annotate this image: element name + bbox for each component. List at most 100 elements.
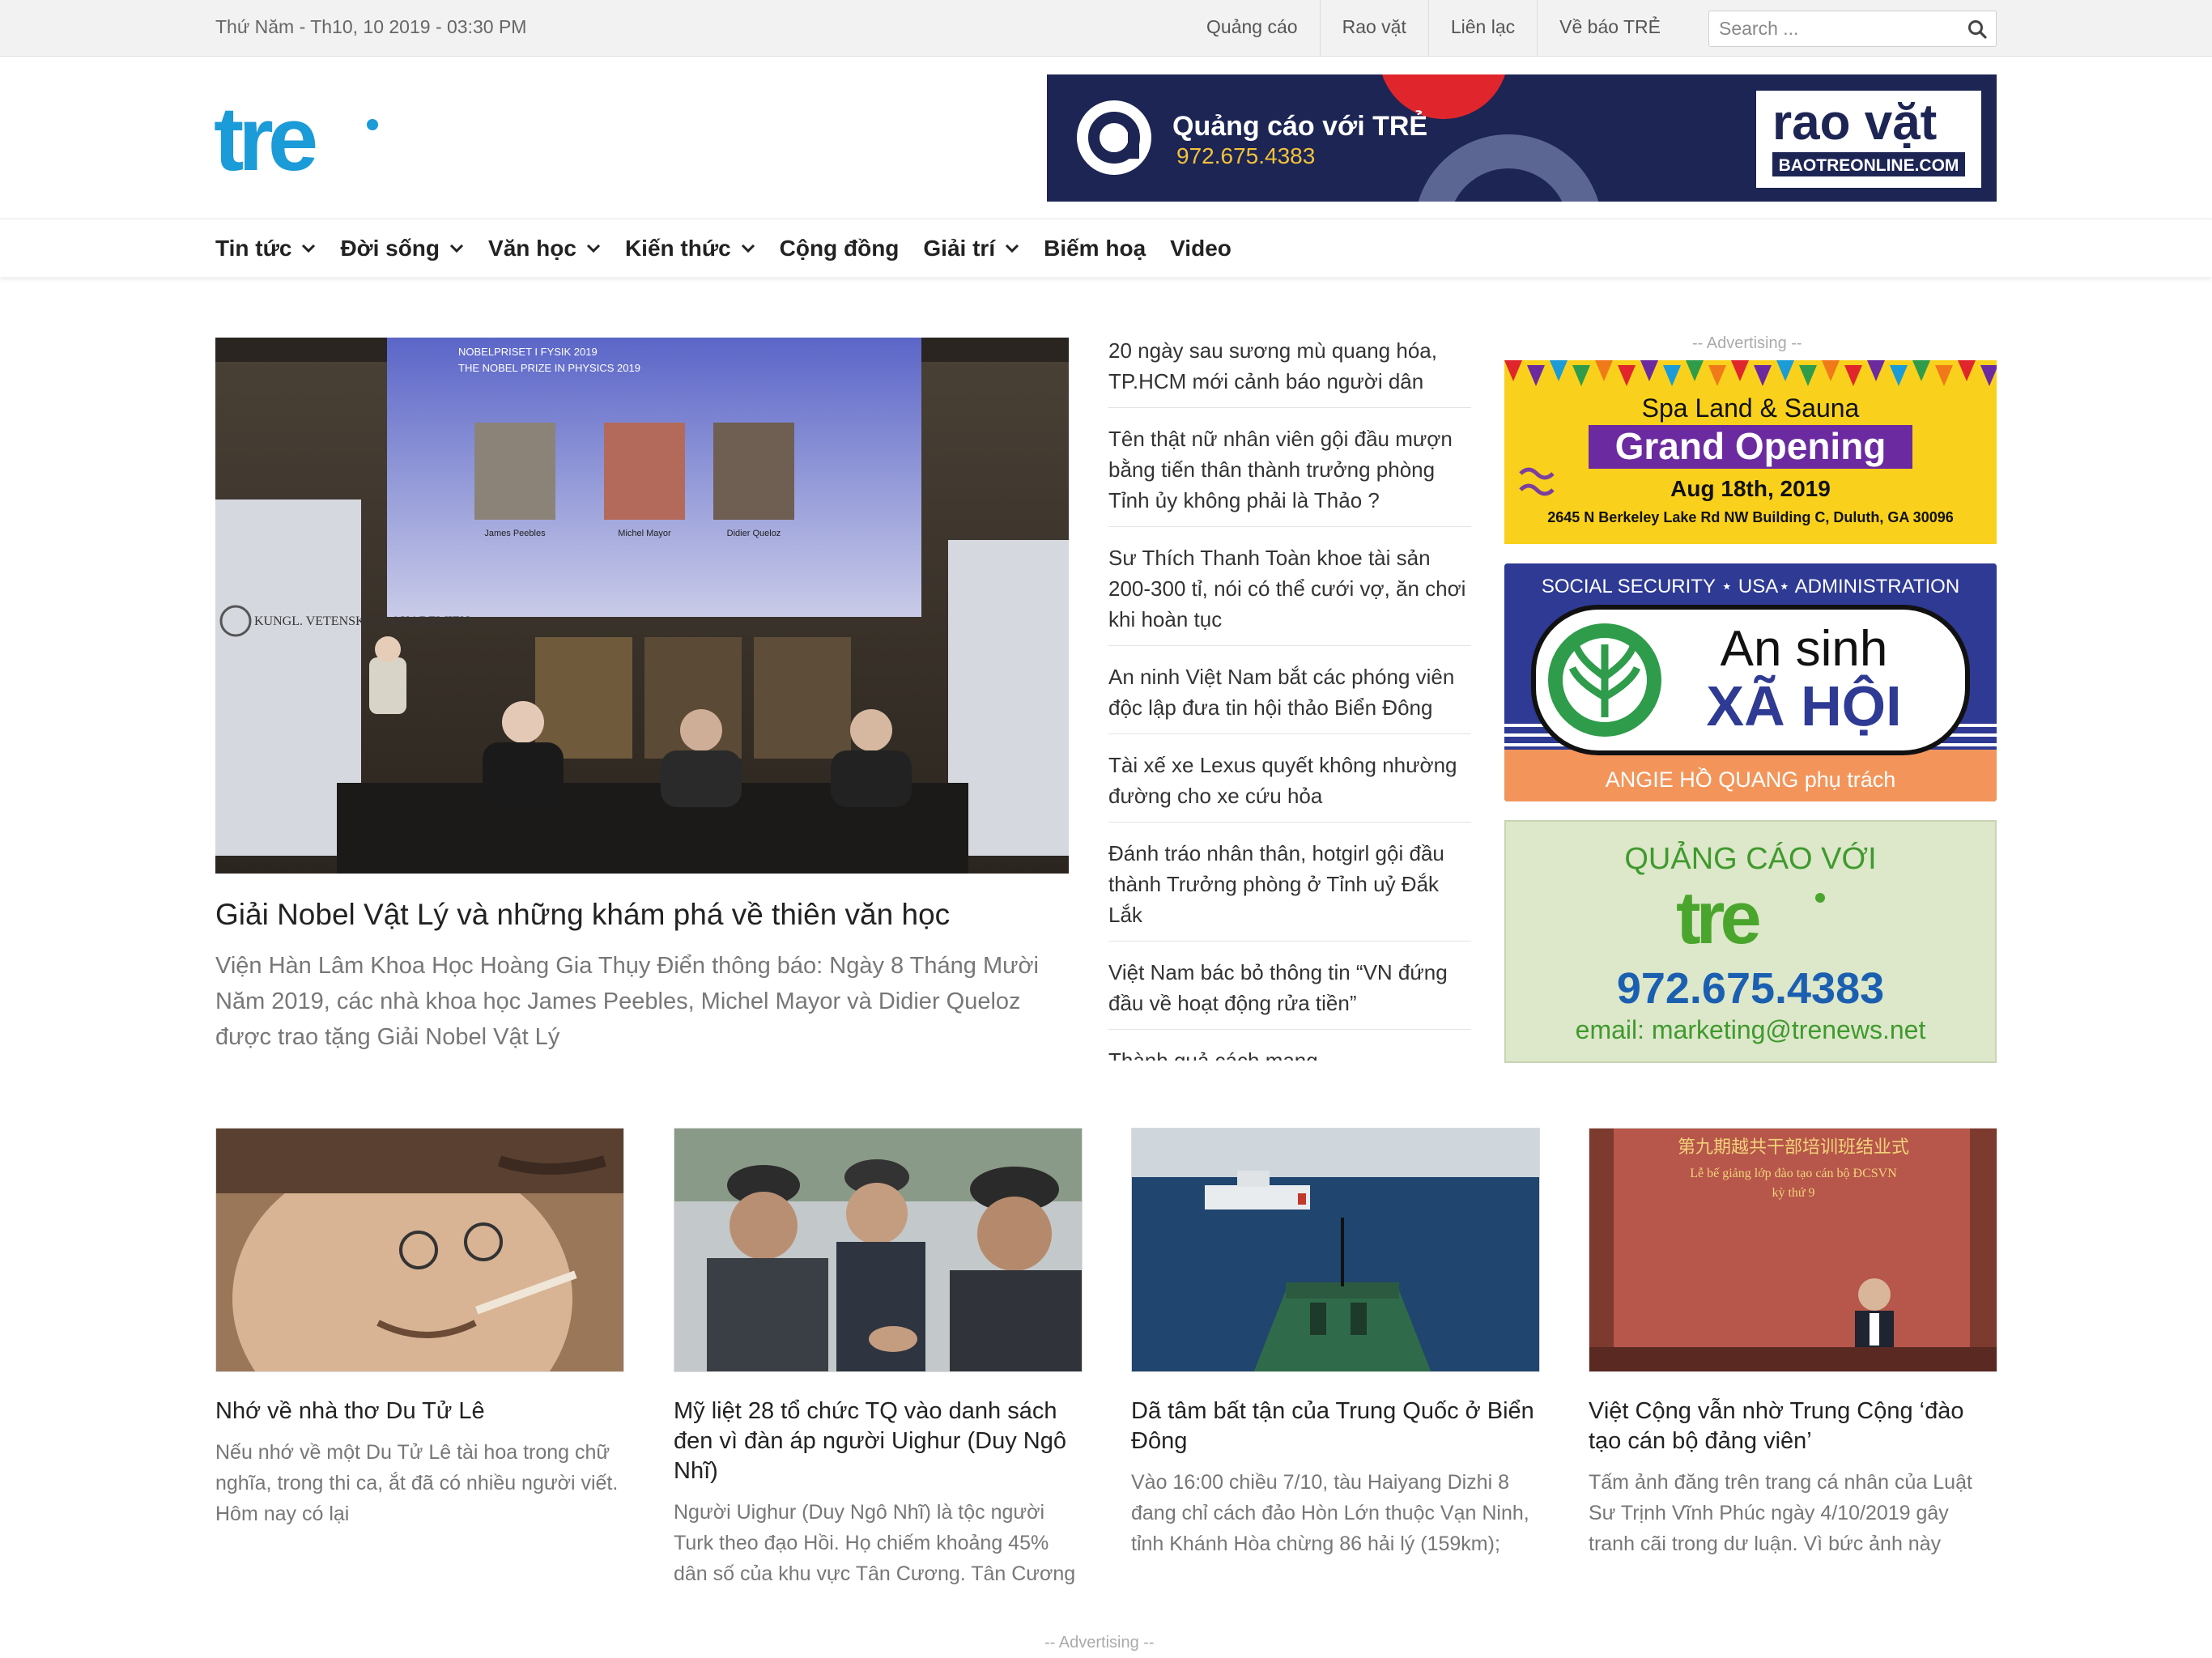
bunting-flag	[1958, 360, 1976, 381]
ad2-bottom: ANGIE HỒ QUANG phụ trách	[1606, 767, 1896, 792]
headline-item[interactable]: Việt Nam bác bỏ thông tin “VN đứng đầu v…	[1108, 952, 1471, 1030]
nav-item-label: Video	[1170, 236, 1231, 261]
search-input[interactable]	[1709, 11, 1952, 46]
spa-grand-opening-ad[interactable]: Spa Land & Sauna Grand Opening Aug 18th,…	[1504, 360, 1997, 544]
bunting-flag	[1754, 365, 1772, 386]
article-card: 第九期越共干部培训班结业式 Lễ bế giảng lớp đào tạo cá…	[1589, 1128, 1997, 1559]
academy-banner-text: KUNGL. VETENSKAPS AKADEMIEN	[254, 614, 470, 628]
laureate-3: Didier Queloz	[727, 529, 781, 538]
nav-item-label: Đời sống	[340, 236, 440, 261]
bunting-flag	[1822, 360, 1840, 381]
bunting-flag	[1640, 360, 1658, 381]
headline-item[interactable]: Tài xế xe Lexus quyết không nhường đường…	[1108, 745, 1471, 823]
toplink-contact[interactable]: Liên lạc	[1427, 0, 1537, 57]
bunting-flag	[1776, 360, 1794, 381]
bunting-flag	[1799, 365, 1817, 386]
current-date: Thứ Năm - Th10, 10 2019 - 03:30 PM	[215, 16, 527, 37]
headline-item[interactable]: An ninh Việt Nam bắt các phóng viên độc …	[1108, 657, 1471, 734]
nav-item-1[interactable]: Đời sống	[340, 236, 464, 261]
chevron-down-icon	[586, 244, 600, 253]
card-title[interactable]: Nhớ về nhà thơ Du Tử Lê	[215, 1397, 624, 1426]
screen-title-1: NOBELPRISET I FYSIK 2019	[458, 346, 598, 358]
bunting-flag	[1890, 365, 1908, 386]
headline-item[interactable]: Tên thật nữ nhân viên gội đầu mượn bằng …	[1108, 419, 1471, 527]
bunting-flag	[1867, 360, 1885, 381]
card-description: Vào 16:00 chiều 7/10, tàu Haiyang Dizhi …	[1131, 1471, 1529, 1555]
top-bar: Thứ Năm - Th10, 10 2019 - 03:30 PM Quảng…	[0, 0, 2212, 57]
search-box	[1708, 11, 1997, 47]
card-title[interactable]: Mỹ liệt 28 tổ chức TQ vào danh sách đen …	[674, 1397, 1083, 1486]
bunting-flag	[1527, 365, 1545, 386]
banner-site: BAOTREONLINE.COM	[1779, 156, 1959, 175]
featured-image[interactable]: NOBELPRISET I FYSIK 2019 THE NOBEL PRIZE…	[215, 338, 1069, 874]
header-banner-ad[interactable]: Quảng cáo với TRẺ 972.675.4383 rao vặt B…	[1047, 74, 1997, 202]
chevron-down-icon	[302, 244, 316, 253]
nav-item-label: Giải trí	[923, 236, 996, 261]
nav-item-2[interactable]: Văn học	[488, 236, 601, 261]
laureate-2: Michel Mayor	[618, 529, 671, 538]
ad3-line1: QUẢNG CÁO VỚI	[1624, 840, 1876, 876]
nav-item-0[interactable]: Tin tức	[215, 236, 316, 261]
ad2-top: SOCIAL SECURITY ⋆ USA⋆ ADMINISTRATION	[1542, 576, 1959, 597]
chevron-down-icon	[449, 244, 464, 253]
ad2-line2: XÃ HỘI	[1706, 674, 1901, 738]
chevron-down-icon	[741, 244, 755, 253]
toplink-about[interactable]: Về báo TRẺ	[1537, 0, 1682, 57]
ad-label: -- Advertising --	[1692, 334, 1802, 352]
banner-phone: 972.675.4383	[1176, 143, 1315, 168]
featured-description: Viện Hàn Lâm Khoa Học Hoàng Gia Thụy Điể…	[215, 953, 1039, 1050]
site-header: tre Quảng cáo với TRẺ 972.675.4383 rao v…	[0, 57, 2212, 219]
card-image[interactable]	[1131, 1128, 1540, 1372]
ad1-line2: Grand Opening	[1615, 425, 1887, 467]
nav-item-label: Kiến thức	[624, 236, 731, 261]
headline-item[interactable]: Sư Thích Thanh Toàn khoe tài sản 200-300…	[1108, 538, 1471, 646]
nav-item-7[interactable]: Video	[1170, 236, 1231, 261]
ad1-line3: Aug 18th, 2019	[1670, 476, 1831, 501]
headline-item[interactable]: Đánh tráo nhân thân, hotgirl gội đầu thà…	[1108, 833, 1471, 942]
bunting-flag	[1686, 360, 1704, 381]
nav-item-label: Cộng đồng	[779, 236, 900, 261]
nav-item-6[interactable]: Biếm hoạ	[1044, 236, 1146, 261]
chevron-down-icon	[1006, 244, 1019, 253]
nav-item-label: Tin tức	[215, 236, 292, 261]
article-card: Mỹ liệt 28 tổ chức TQ vào danh sách đen …	[674, 1128, 1083, 1589]
bunting-flag	[1708, 365, 1726, 386]
bunting-flag	[1663, 365, 1681, 386]
nav-item-4[interactable]: Cộng đồng	[780, 236, 900, 261]
ad3-logo: tre	[1676, 877, 1759, 959]
card-image[interactable]: 第九期越共干部培训班结业式 Lễ bế giảng lớp đào tạo cá…	[1589, 1128, 1997, 1372]
card-title[interactable]: Dã tâm bất tận của Trung Quốc ở Biển Đôn…	[1131, 1397, 1540, 1456]
nav-item-5[interactable]: Giải trí	[923, 236, 1019, 261]
nav-item-3[interactable]: Kiến thức	[625, 236, 755, 261]
card4-banner-cn: 第九期越共干部培训班结业式	[1678, 1137, 1909, 1158]
card-image[interactable]	[215, 1128, 624, 1372]
bunting-flag	[1912, 360, 1930, 381]
nav-item-label: Văn học	[488, 236, 576, 261]
search-icon[interactable]	[1967, 19, 1988, 40]
article-card: Dã tâm bất tận của Trung Quốc ở Biển Đôn…	[1131, 1128, 1540, 1559]
headline-item[interactable]: Thành quả cách mạng	[1108, 1040, 1471, 1061]
advertise-with-tre-ad[interactable]: QUẢNG CÁO VỚI tre 972.675.4383 email: ma…	[1504, 820, 1997, 1063]
bunting-flag	[1980, 365, 1997, 386]
logo-text: tre	[214, 102, 316, 180]
headline-item[interactable]: 20 ngày sau sương mù quang hóa, TP.HCM m…	[1108, 330, 1471, 408]
card4-banner-vi: Lễ bế giảng lớp đào tạo cán bộ ĐCSVN	[1690, 1167, 1897, 1180]
toplink-advertise[interactable]: Quảng cáo	[1185, 0, 1320, 57]
ad3-phone: 972.675.4383	[1617, 964, 1884, 1013]
banner-brand: rao vặt	[1772, 95, 1937, 151]
featured-title[interactable]: Giải Nobel Vật Lý và những khám phá về t…	[215, 895, 1074, 934]
card-description: Nếu nhớ về một Du Tử Lê tài hoa trong ch…	[215, 1441, 619, 1525]
ad1-line4: 2645 N Berkeley Lake Rd NW Building C, D…	[1547, 509, 1953, 525]
site-logo[interactable]: tre	[214, 102, 384, 180]
headline-list: 20 ngày sau sương mù quang hóa, TP.HCM m…	[1108, 330, 1471, 1061]
bottom-ad-label: -- Advertising --	[1044, 1634, 1155, 1652]
social-security-ad[interactable]: SOCIAL SECURITY ⋆ USA⋆ ADMINISTRATION An…	[1504, 563, 1997, 801]
top-links: Quảng cáo Rao vặt Liên lạc Về báo TRẺ	[1185, 0, 1682, 57]
bunting-flag	[1550, 360, 1568, 381]
card-title[interactable]: Việt Cộng vẫn nhờ Trung Cộng ‘đào tạo cá…	[1589, 1397, 1997, 1456]
card-image[interactable]	[674, 1128, 1083, 1372]
bunting-flag	[1618, 365, 1636, 386]
laureate-1: James Peebles	[484, 529, 546, 538]
bunting-flag	[1935, 365, 1953, 386]
toplink-classifieds[interactable]: Rao vặt	[1319, 0, 1428, 57]
